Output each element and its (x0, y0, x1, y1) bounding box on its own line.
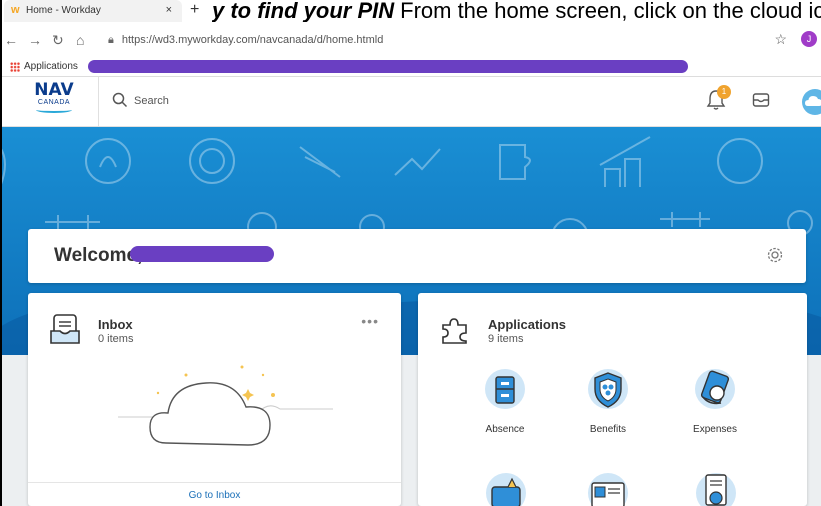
applications-count: 9 items (488, 333, 524, 345)
app-tile-absence[interactable]: Absence (460, 367, 550, 435)
redaction-bar (88, 60, 688, 73)
luggage-icon (485, 369, 525, 409)
inbox-tray-icon[interactable] (752, 92, 770, 108)
logo-swoosh-icon (36, 107, 72, 113)
wallet-icon[interactable] (484, 471, 528, 506)
workday-header: NAV CANADA Search 1 (0, 77, 821, 127)
browser-tab[interactable]: w Home - Workday × (4, 0, 182, 22)
tab-close-icon[interactable]: × (166, 4, 172, 16)
address-bar: ← → ↻ ⌂ 🔒︎ https://wd3.myworkday.com/navc… (0, 22, 821, 60)
profile-avatar[interactable]: J (801, 31, 817, 47)
apps-grid-icon[interactable] (10, 62, 20, 72)
window-edge (0, 0, 2, 506)
caption-bold: y to find your PIN (212, 0, 395, 22)
timeclock-icon[interactable] (694, 471, 738, 506)
search-icon[interactable] (112, 92, 128, 108)
bookmark-star-icon[interactable]: ☆ (774, 31, 787, 48)
new-tab-button[interactable]: + (190, 1, 199, 19)
inbox-card: Inbox 0 items ••• Go to Inbox (28, 293, 401, 506)
app-label-absence: Absence (485, 424, 525, 435)
applications-title[interactable]: Applications (488, 317, 566, 332)
hand-money-icon (695, 369, 735, 409)
logo-subtext: CANADA (37, 99, 71, 106)
go-to-inbox-link[interactable]: Go to Inbox (28, 482, 401, 501)
empty-cloud-illustration (118, 365, 333, 446)
workday-favicon-icon: w (11, 4, 20, 16)
puzzle-icon (442, 318, 467, 344)
lock-icon: 🔒︎ (108, 34, 114, 46)
inbox-menu-icon[interactable]: ••• (361, 313, 379, 329)
app-tile-expenses[interactable]: Expenses (670, 367, 760, 435)
instruction-caption: y to find your PIN From the home screen, … (212, 0, 821, 22)
nav-canada-logo[interactable]: NAV CANADA (32, 81, 76, 121)
logo-text: NAV (34, 80, 74, 100)
caption-rest: From the home screen, click on the cloud… (400, 0, 821, 22)
app-label-benefits: Benefits (589, 424, 627, 435)
back-icon[interactable]: ← (4, 32, 18, 48)
welcome-heading: Welcome, (54, 245, 143, 266)
inbox-card-icon (50, 314, 80, 344)
app-label-expenses: Expenses (693, 424, 737, 435)
id-card-icon[interactable] (586, 471, 630, 506)
applications-card: Applications 9 items Absence Benefits Ex… (418, 293, 807, 506)
forward-icon[interactable]: → (28, 32, 42, 48)
bookmarks-bar: Applications (0, 57, 821, 77)
app-tile-benefits[interactable]: Benefits (563, 367, 653, 435)
gear-icon[interactable] (766, 246, 784, 264)
url-field[interactable]: 🔒︎ https://wd3.myworkday.com/navcanada/d/… (108, 34, 383, 47)
bookmark-applications[interactable]: Applications (24, 61, 78, 72)
redacted-username (130, 246, 274, 262)
user-avatar-cloud[interactable] (802, 89, 821, 115)
shield-icon (588, 369, 628, 409)
search-input[interactable]: Search (134, 95, 169, 107)
home-icon[interactable]: ⌂ (76, 32, 84, 48)
reload-icon[interactable]: ↻ (52, 32, 64, 49)
header-divider (98, 77, 99, 127)
inbox-count: 0 items (98, 333, 134, 345)
url-text: https://wd3.myworkday.com/navcanada/d/ho… (121, 34, 384, 46)
notification-badge: 1 (717, 85, 731, 99)
inbox-title[interactable]: Inbox (98, 317, 133, 332)
tab-title: Home - Workday (26, 5, 101, 16)
welcome-card: Welcome, (28, 229, 806, 283)
cloud-icon (805, 96, 821, 106)
